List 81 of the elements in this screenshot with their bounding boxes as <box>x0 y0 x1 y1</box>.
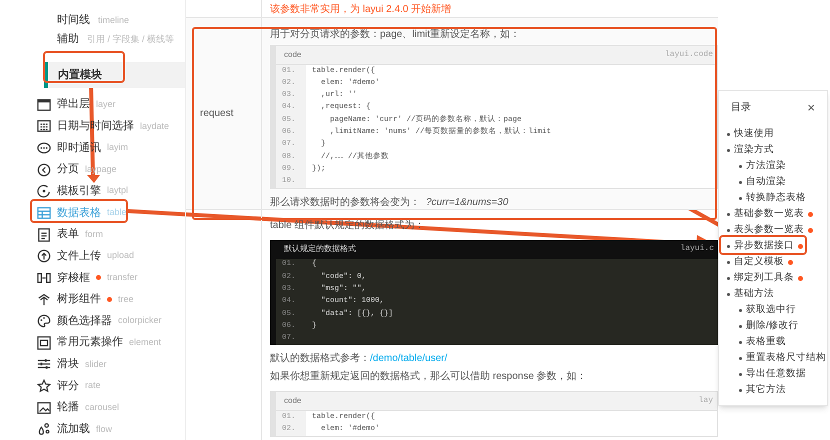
toc-link[interactable]: 方法渲染 <box>746 158 786 174</box>
code-title: code <box>284 49 302 61</box>
code-brand: layui.code <box>664 49 713 61</box>
bullet-icon <box>739 164 742 168</box>
bullet-icon <box>727 148 730 152</box>
nav-item[interactable]: 表单 form <box>0 224 185 246</box>
notice-text: 该参数非常实用，为 layui 2.4.0 开始新增 <box>269 2 452 17</box>
nav-item[interactable]: 流加载 flow <box>0 418 185 440</box>
slider-icon <box>37 357 51 372</box>
calendar-icon <box>37 119 51 134</box>
drops-icon <box>37 422 51 436</box>
toc-title: 目录 <box>731 100 751 114</box>
star-icon <box>37 378 51 393</box>
upload-icon <box>37 249 51 264</box>
bullet-icon <box>727 212 730 216</box>
toc-link[interactable]: 导出任意数据 <box>746 366 806 382</box>
toc-link[interactable]: 基础方法 <box>734 286 774 302</box>
bullet-icon <box>727 244 730 248</box>
chat-icon <box>37 140 51 155</box>
toc-link[interactable]: 转换静态表格 <box>746 190 806 206</box>
param-name: request <box>200 106 234 121</box>
toc-link[interactable]: 表头参数一览表 <box>734 222 804 238</box>
bullet-icon <box>739 356 742 360</box>
nav-item[interactable]: 弹出层 layer <box>0 94 185 116</box>
toc-link[interactable]: 绑定列工具条 <box>734 270 794 286</box>
paragraph-text: 默认的数据格式参考： <box>270 352 370 366</box>
table-icon <box>37 206 51 220</box>
nav-item[interactable]: 轮播 carousel <box>0 396 185 418</box>
toc-link[interactable]: 表格重载 <box>746 334 786 350</box>
nav-item[interactable]: 文件上传 upload <box>0 245 185 267</box>
code-title: 默认规定的数据格式 <box>284 243 356 256</box>
nav-link[interactable]: 时间线 <box>57 12 90 28</box>
toc-link[interactable]: 删除/修改行 <box>746 318 799 334</box>
nav-item[interactable]: 常用元素操作 element <box>0 332 185 354</box>
nav-item[interactable]: 树形组件 tree <box>0 288 185 310</box>
element-icon <box>37 336 51 350</box>
toc-link[interactable]: 自定义模板 <box>734 254 784 270</box>
toc-link[interactable]: 渲染方式 <box>734 142 774 158</box>
palette-icon <box>37 314 51 328</box>
code-brand: layui.c <box>680 243 714 256</box>
image-icon <box>37 400 51 415</box>
transfer-icon <box>37 270 51 285</box>
nav-link[interactable]: 辅助 <box>57 30 79 48</box>
bullet-icon <box>739 340 742 344</box>
arrow-circle-icon <box>37 184 51 198</box>
nav-item[interactable]: 颜色选择器 colorpicker <box>0 310 185 332</box>
toc-link[interactable]: 快速使用 <box>734 126 774 142</box>
bullet-icon <box>739 180 742 184</box>
code-title: code <box>284 395 302 408</box>
window-icon <box>37 98 51 112</box>
toc-link[interactable]: 重置表格尺寸结构 <box>746 350 826 366</box>
toc-link[interactable]: 自动渲染 <box>746 174 786 190</box>
bullet-icon <box>727 228 730 232</box>
paragraph-text: 那么请求数据时的参数将会变为： <box>270 196 420 210</box>
bullet-icon <box>727 292 730 296</box>
paragraph-text: 如果你想重新规定返回的数据格式，那么可以借助 response 参数，如： <box>270 370 587 384</box>
nav-item[interactable]: 评分 rate <box>0 375 185 397</box>
toc-link[interactable]: 异步数据接口 <box>734 238 794 254</box>
bullet-icon <box>727 260 730 264</box>
nav-subtitle: timeline <box>98 14 130 27</box>
code-brand: lay <box>698 395 713 408</box>
toc-link[interactable]: 获取选中行 <box>746 302 796 318</box>
nav-item[interactable]: 滑块 slider <box>0 354 185 376</box>
bullet-icon <box>739 196 742 200</box>
bullet-icon <box>739 388 742 392</box>
bullet-icon <box>739 308 742 312</box>
bullet-icon <box>727 132 730 136</box>
nav-item[interactable]: 穿梭框 transfer <box>0 266 185 289</box>
bullet-icon <box>727 276 730 280</box>
param-example: ?curr=1&nums=30 <box>426 196 508 210</box>
nav-item[interactable]: 模板引擎 laytpl <box>0 180 185 202</box>
form-icon <box>37 228 51 242</box>
bullet-icon <box>739 324 742 328</box>
bullet-icon <box>739 372 742 376</box>
section-header: 内置模块 <box>44 62 185 88</box>
chevron-circle-icon <box>37 162 51 177</box>
close-button[interactable]: × <box>807 100 815 114</box>
nav-subtitle: 引用 / 字段集 / 横线等 <box>87 32 174 46</box>
toc-link[interactable]: 基础参数一览表 <box>734 206 804 222</box>
paragraph-text: 用于对分页请求的参数：page、limit重新设定名称，如： <box>270 28 520 42</box>
toc-link[interactable]: 其它方法 <box>746 382 786 398</box>
